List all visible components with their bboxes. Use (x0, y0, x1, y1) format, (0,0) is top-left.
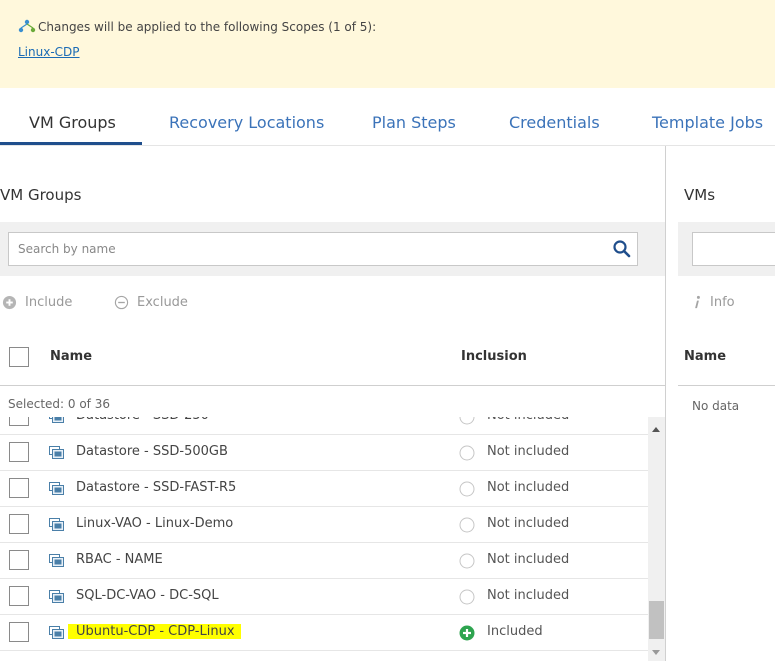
tab-plan-steps[interactable]: Plan Steps (372, 113, 456, 147)
included-check-icon (459, 625, 475, 641)
row-inclusion-status: Not included (487, 552, 570, 567)
scroll-thumb[interactable] (649, 601, 664, 639)
not-included-circle-icon (459, 553, 475, 569)
row-inclusion-status: Not included (487, 444, 570, 459)
include-button[interactable]: Include (2, 295, 72, 310)
tab-credentials[interactable]: Credentials (509, 113, 600, 147)
row-checkbox[interactable] (9, 478, 29, 498)
not-included-circle-icon (459, 589, 475, 605)
vm-group-icon (49, 554, 64, 567)
vm-group-icon (49, 626, 64, 639)
info-icon (695, 295, 700, 309)
column-header-inclusion[interactable]: Inclusion (461, 349, 527, 364)
row-name: Datastore - SSD-250 (68, 417, 215, 423)
search-icon[interactable] (612, 239, 632, 259)
exclude-button[interactable]: Exclude (114, 295, 188, 310)
vm-group-icon (49, 446, 64, 459)
row-name: RBAC - NAME (76, 552, 163, 567)
row-inclusion-status: Not included (487, 480, 570, 495)
vm-group-icon (49, 590, 64, 603)
scope-tree-icon (18, 19, 36, 33)
row-checkbox[interactable] (9, 550, 29, 570)
row-name: SQL-DC-VAO - DC-SQL (76, 588, 219, 603)
info-button[interactable]: Info (692, 295, 735, 310)
vms-search-input[interactable] (692, 232, 775, 266)
table-row[interactable]: Linux-VAO - Linux-Demo Not included (0, 507, 648, 543)
exclude-label: Exclude (137, 295, 188, 310)
vms-column-header-name[interactable]: Name (684, 349, 726, 364)
table-row[interactable]: Datastore - SSD-500GB Not included (0, 435, 648, 471)
scroll-down-arrow-icon[interactable] (652, 650, 660, 655)
row-name: Datastore - SSD-FAST-R5 (76, 480, 237, 495)
row-checkbox[interactable] (9, 586, 29, 606)
panel-divider (665, 146, 666, 661)
selection-count: Selected: 0 of 36 (8, 397, 110, 411)
row-name: Datastore - SSD-500GB (76, 444, 228, 459)
vm-group-icon (49, 482, 64, 495)
minus-circle-icon (114, 295, 129, 310)
tab-template-jobs[interactable]: Template Jobs (652, 113, 763, 147)
row-name: Ubuntu-CDP - CDP-Linux (68, 624, 241, 639)
info-label: Info (710, 295, 735, 310)
row-name: Linux-VAO - Linux-Demo (76, 516, 234, 531)
search-input[interactable] (8, 232, 638, 266)
vm-group-icon (49, 518, 64, 531)
row-inclusion-status: Not included (487, 417, 569, 423)
row-inclusion-status: Not included (487, 588, 570, 603)
row-checkbox[interactable] (9, 417, 29, 426)
select-all-checkbox[interactable] (9, 347, 29, 367)
vm-groups-list: Datastore - SSD-250Not includedDatastore… (0, 417, 665, 661)
banner-message: Changes will be applied to the following… (38, 20, 377, 34)
not-included-circle-icon (459, 417, 475, 425)
not-included-circle-icon (459, 517, 475, 533)
row-inclusion-status: Included (487, 624, 543, 639)
scope-banner: Changes will be applied to the following… (0, 0, 775, 88)
vertical-scrollbar[interactable] (648, 417, 665, 661)
header-divider (0, 385, 665, 386)
table-row[interactable]: Datastore - SSD-250 Not included (0, 417, 648, 435)
scroll-up-arrow-icon[interactable] (652, 427, 660, 432)
row-inclusion-status: Not included (487, 516, 570, 531)
include-label: Include (25, 295, 73, 310)
vms-title: VMs (684, 186, 716, 204)
table-row[interactable]: RBAC - NAME Not included (0, 543, 648, 579)
vm-group-icon (49, 417, 64, 423)
table-row[interactable]: Datastore - SSD-FAST-R5 Not included (0, 471, 648, 507)
no-data-message: No data (692, 399, 740, 413)
scope-link[interactable]: Linux-CDP (18, 45, 80, 59)
column-header-name[interactable]: Name (50, 349, 92, 364)
tab-divider (0, 145, 775, 146)
tab-recovery-locations[interactable]: Recovery Locations (169, 113, 324, 147)
table-row[interactable]: Ubuntu-CDP - CDP-Linux Included (0, 615, 648, 651)
row-checkbox[interactable] (9, 622, 29, 642)
not-included-circle-icon (459, 481, 475, 497)
plus-circle-icon (2, 295, 17, 310)
row-checkbox[interactable] (9, 442, 29, 462)
not-included-circle-icon (459, 445, 475, 461)
table-row[interactable]: SQL-DC-VAO - DC-SQL Not included (0, 579, 648, 615)
row-checkbox[interactable] (9, 514, 29, 534)
vm-groups-title: VM Groups (0, 186, 82, 204)
vms-header-divider (678, 385, 775, 386)
